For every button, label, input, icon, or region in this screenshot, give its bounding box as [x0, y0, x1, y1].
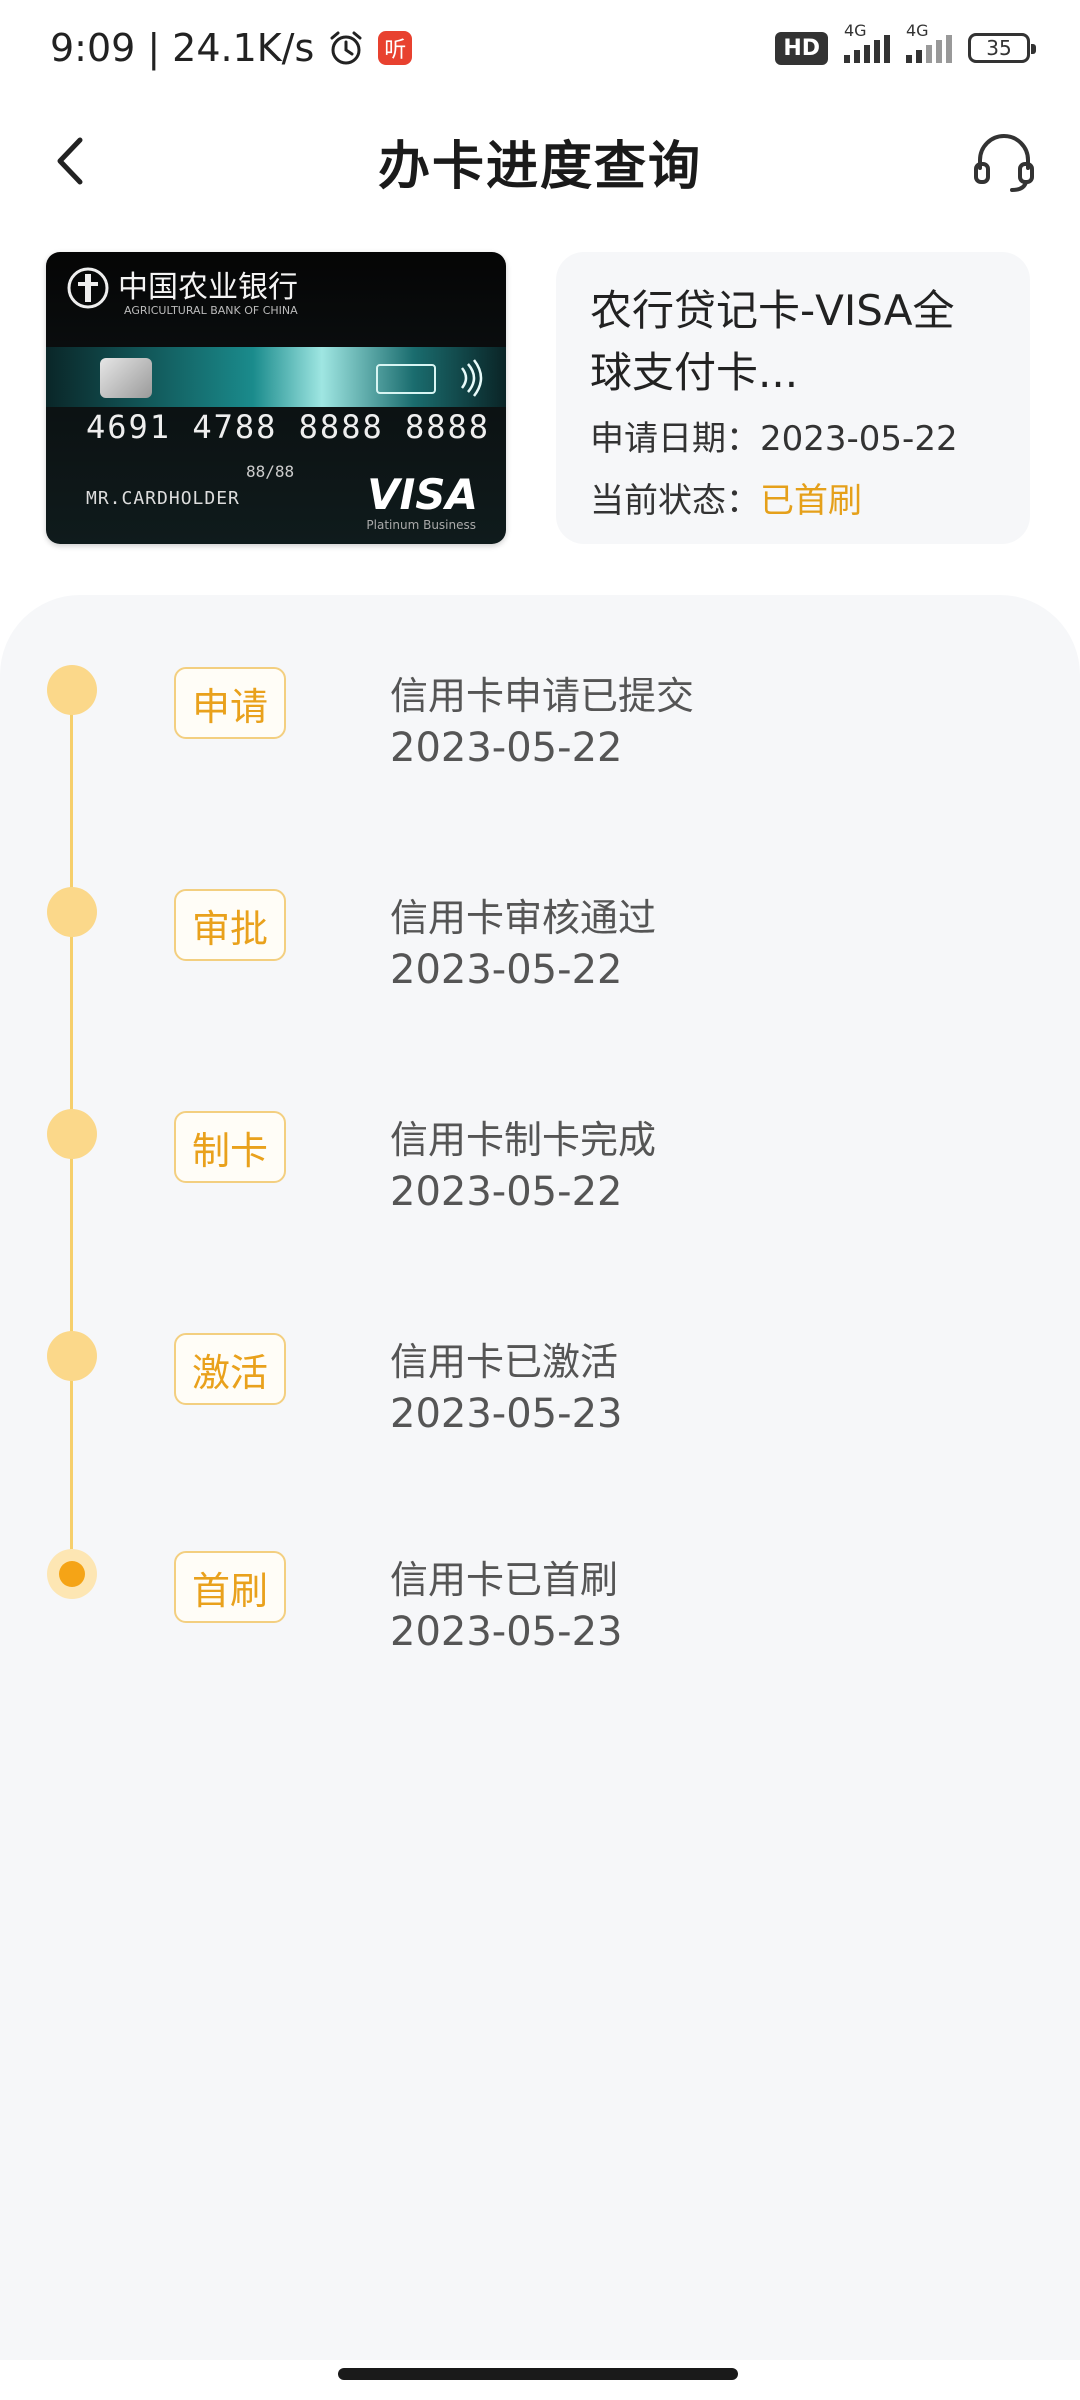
step-title: 信用卡制卡完成 [390, 1118, 657, 1162]
signal-bar [854, 50, 860, 63]
card-tier: Platinum Business [366, 518, 476, 532]
step-tag: 制卡 [174, 1111, 286, 1183]
status-divider: | [147, 26, 161, 70]
step-date: 2023-05-22 [390, 725, 623, 771]
signal-bar [864, 45, 870, 63]
step-tag: 审批 [174, 889, 286, 961]
credit-card-image: 中国农业银行 AGRICULTURAL BANK OF CHINA 4691 4… [46, 252, 506, 544]
visa-logo: VISA [367, 470, 478, 519]
card-valid-thru: 88/88 [246, 462, 295, 481]
status-bar: 9:09 | 24.1K/s 听 HD 4G 4G 35 [0, 0, 1080, 96]
status-bar-right: HD 4G 4G 35 [775, 21, 1036, 65]
status-time: 9:09 [50, 26, 136, 70]
network-type-label: 4G [844, 21, 867, 40]
card-brand-mark [376, 364, 436, 394]
screen: 9:09 | 24.1K/s 听 HD 4G 4G 35 办卡进度查询 中国农业… [0, 0, 1080, 2400]
step-date: 2023-05-23 [390, 1391, 623, 1437]
timeline-step-current: 首刷 信用卡已首刷 2023-05-23 [0, 1479, 1080, 1659]
timeline-step: 申请 信用卡申请已提交 2023-05-22 [0, 595, 1080, 775]
header: 办卡进度查询 [0, 96, 1080, 226]
battery-level: 35 [986, 36, 1012, 60]
alarm-icon [330, 31, 362, 65]
status-row: 当前状态：已首刷 [590, 470, 996, 532]
apply-date-label: 申请日期： [590, 419, 760, 459]
timeline-step: 激活 信用卡已激活 2023-05-23 [0, 1261, 1080, 1441]
card-info-panel: 农行贷记卡-VISA全球支付卡... 申请日期：2023-05-22 当前状态：… [556, 252, 1030, 544]
step-date: 2023-05-23 [390, 1609, 623, 1655]
apply-date-value: 2023-05-22 [760, 419, 958, 459]
card-number: 4691 4788 8888 8888 [86, 408, 491, 446]
signal-bar [844, 55, 850, 63]
step-title: 信用卡审核通过 [390, 896, 657, 940]
battery-icon: 35 [968, 33, 1036, 63]
home-indicator[interactable] [338, 2368, 738, 2380]
signal-bar [946, 35, 952, 63]
step-dot [47, 1109, 97, 1159]
step-dot [47, 1331, 97, 1381]
page-title: 办卡进度查询 [377, 136, 702, 197]
contactless-icon [460, 359, 483, 397]
signal-bar [906, 55, 912, 63]
status-bar-left: 9:09 | 24.1K/s 听 [50, 26, 413, 70]
step-date: 2023-05-22 [390, 947, 623, 993]
customer-service-headset-icon[interactable] [968, 126, 1040, 198]
card-holder-name: MR.CARDHOLDER [86, 488, 240, 509]
step-date: 2023-05-22 [390, 1169, 623, 1215]
card-chip [100, 358, 152, 398]
step-title: 信用卡申请已提交 [390, 674, 695, 718]
apply-date-row: 申请日期：2023-05-22 [590, 408, 996, 470]
signal-icon-1: 4G [844, 21, 890, 63]
step-tag: 首刷 [174, 1551, 286, 1623]
status-label: 当前状态： [590, 481, 760, 521]
step-dot [47, 665, 97, 715]
network-type-label: 4G [906, 21, 929, 40]
status-value: 已首刷 [760, 481, 862, 521]
step-dot-active [47, 1549, 97, 1599]
signal-bar [884, 35, 890, 63]
signal-bar [916, 50, 922, 63]
step-title: 信用卡已激活 [390, 1340, 619, 1384]
signal-icon-2: 4G [906, 21, 952, 63]
card-bank-name-en: AGRICULTURAL BANK OF CHINA [124, 304, 298, 317]
step-tag: 激活 [174, 1333, 286, 1405]
step-title: 信用卡已首刷 [390, 1558, 619, 1602]
card-product-name: 农行贷记卡-VISA全球支付卡... [590, 286, 955, 397]
hd-badge: HD [775, 31, 828, 65]
timeline-step: 制卡 信用卡制卡完成 2023-05-22 [0, 1039, 1080, 1219]
timeline-step: 审批 信用卡审核通过 2023-05-22 [0, 817, 1080, 997]
back-arrow-icon[interactable] [40, 126, 110, 196]
step-tag: 申请 [174, 667, 286, 739]
abc-bank-logo-icon [67, 267, 109, 309]
progress-timeline: 申请 信用卡申请已提交 2023-05-22 审批 信用卡审核通过 2023-0… [0, 595, 1080, 2360]
signal-bar [874, 40, 880, 63]
signal-bar [936, 40, 942, 63]
step-dot [47, 887, 97, 937]
listen-app-icon: 听 [378, 31, 413, 65]
network-speed: 24.1K/s [172, 26, 315, 70]
card-summary: 中国农业银行 AGRICULTURAL BANK OF CHINA 4691 4… [0, 250, 1080, 550]
signal-bar [926, 45, 932, 63]
card-bank-name: 中国农业银行 [118, 270, 298, 305]
